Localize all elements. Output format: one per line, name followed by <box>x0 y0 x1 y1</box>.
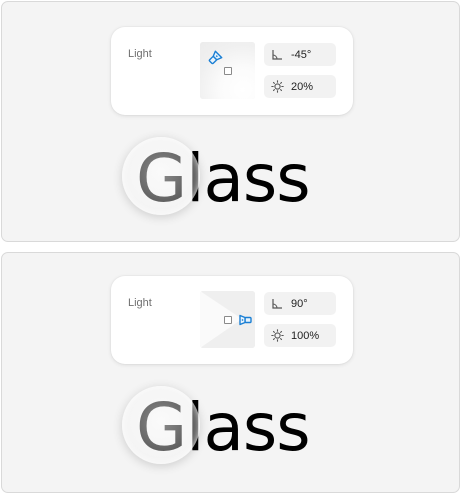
light-label: Light <box>128 48 152 60</box>
intensity-field[interactable]: 20% <box>264 75 336 98</box>
light-settings-card: Light 90° 100% <box>111 276 353 364</box>
light-center-marker <box>224 316 232 324</box>
sun-icon <box>271 329 284 342</box>
angle-value: 90° <box>291 297 308 310</box>
intensity-value: 100% <box>291 329 320 342</box>
light-center-marker <box>224 67 232 75</box>
angle-value: -45° <box>291 48 312 61</box>
light-bulb-icon[interactable] <box>207 50 223 66</box>
glass-preview: Glass <box>2 386 459 476</box>
intensity-value: 20% <box>291 80 314 93</box>
glass-lens <box>122 386 200 464</box>
light-direction-pad[interactable] <box>200 291 255 348</box>
light-settings-card: Light -45° 20% <box>111 27 353 115</box>
sun-icon <box>271 80 284 93</box>
angle-icon <box>272 50 282 60</box>
light-direction-pad[interactable] <box>200 42 255 99</box>
glass-preview: Glass <box>2 137 459 227</box>
angle-icon <box>272 299 282 309</box>
angle-field[interactable]: -45° <box>264 43 336 66</box>
light-bulb-icon[interactable] <box>237 312 253 328</box>
angle-field[interactable]: 90° <box>264 292 336 315</box>
intensity-field[interactable]: 100% <box>264 324 336 347</box>
light-label: Light <box>128 297 152 309</box>
light-panel-2: Light 90° 100% Glass <box>1 252 460 493</box>
glass-lens <box>122 137 200 215</box>
light-panel-1: Light -45° 20% Glass <box>1 1 460 242</box>
